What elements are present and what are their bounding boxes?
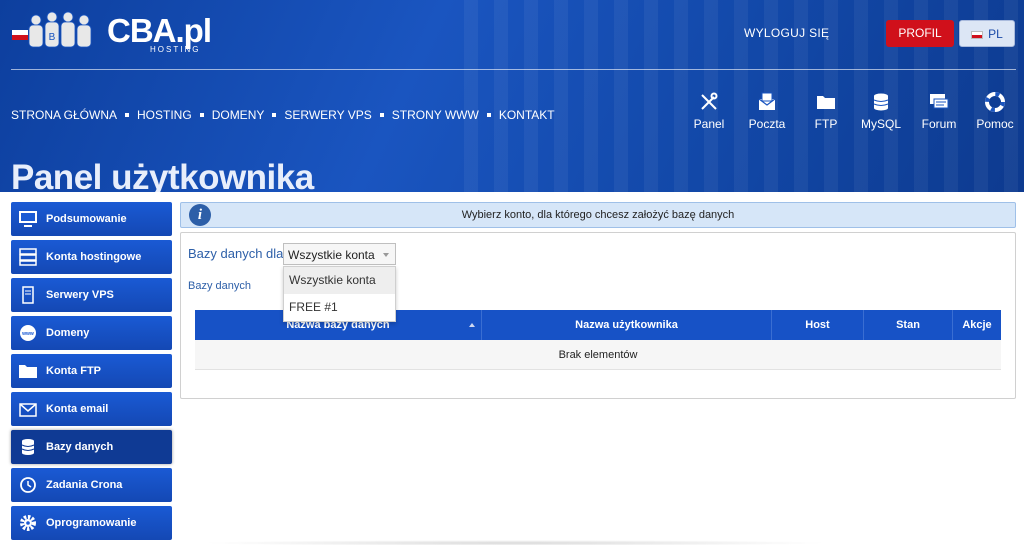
sidebar-item-email[interactable]: Konta email [11, 392, 172, 426]
folder-icon [817, 96, 835, 109]
sort-asc-icon [469, 323, 475, 327]
quick-ftp-label: FTP [814, 117, 838, 131]
nav-separator [125, 113, 130, 117]
logo-figures-icon: B [12, 11, 92, 48]
quick-panel-label: Panel [693, 117, 725, 131]
database-icon [873, 93, 889, 111]
column-label: Akcje [962, 319, 992, 331]
databases-panel: Bazy danych dla Wszystkie konta Wszystki… [180, 232, 1016, 399]
monitor-icon [19, 211, 37, 227]
dropdown-option-all[interactable]: Wszystkie konta [284, 267, 395, 294]
databases-for-label: Bazy danych dla [188, 246, 284, 261]
quick-mail-button[interactable]: Poczta [740, 92, 794, 131]
column-status[interactable]: Stan [864, 310, 953, 340]
chevron-down-icon [383, 253, 389, 257]
quick-mail-label: Poczta [748, 117, 786, 131]
quick-forum-button[interactable]: Forum [916, 92, 962, 131]
mail-icon [758, 92, 776, 110]
column-label: Nazwa użytkownika [575, 319, 678, 331]
chat-icon [930, 94, 949, 109]
logo-subtitle: HOSTING [150, 45, 201, 54]
sidebar-item-label: Podsumowanie [46, 213, 127, 225]
nav-hosting[interactable]: HOSTING [137, 108, 192, 122]
account-dropdown: Wszystkie konta FREE #1 [283, 266, 396, 322]
gear-icon [20, 515, 36, 531]
table-empty-message: Brak elementów [195, 340, 1001, 370]
globe-icon: www [20, 325, 36, 341]
poland-flag-icon [971, 30, 984, 39]
quick-forum-label: Forum [921, 117, 957, 131]
quick-icon-bar: Panel Poczta FTP MySQL Forum Pomoc [688, 92, 1018, 131]
nav-separator [486, 113, 491, 117]
sidebar-item-domains[interactable]: www Domeny [11, 316, 172, 350]
logout-link[interactable]: WYLOGUJ SIĘ [744, 26, 829, 40]
column-label: Stan [896, 319, 920, 331]
sidebar-item-hosting-accounts[interactable]: Konta hostingowe [11, 240, 172, 274]
svg-text:www: www [21, 331, 34, 337]
svg-text:B: B [49, 32, 56, 43]
account-select[interactable]: Wszystkie konta [283, 243, 396, 265]
quick-mysql-label: MySQL [860, 117, 901, 131]
language-label: PL [988, 27, 1003, 41]
info-message-bar: i Wybierz konto, dla którego chcesz zało… [180, 202, 1016, 228]
vps-icon [22, 286, 34, 304]
sidebar-item-label: Oprogramowanie [46, 517, 137, 529]
nav-separator [199, 113, 204, 117]
server-icon [19, 248, 37, 266]
sidebar-item-summary[interactable]: Podsumowanie [11, 202, 172, 236]
quick-help-label: Pomoc [976, 117, 1014, 131]
page-title: Panel użytkownika [11, 158, 314, 192]
header-divider [11, 69, 1016, 70]
nav-domains[interactable]: DOMENY [212, 108, 265, 122]
footer-shadow [200, 540, 830, 545]
language-button[interactable]: PL [959, 20, 1015, 47]
dropdown-option-free1[interactable]: FREE #1 [284, 294, 395, 321]
sidebar-item-software[interactable]: Oprogramowanie [11, 506, 172, 540]
nav-websites[interactable]: STRONY WWW [392, 108, 479, 122]
quick-panel-button[interactable]: Panel [688, 92, 730, 131]
column-actions: Akcje [953, 310, 1001, 340]
nav-separator [272, 113, 277, 117]
profile-button[interactable]: PROFIL [886, 20, 954, 47]
sidebar-item-label: Bazy danych [46, 441, 114, 453]
sidebar-item-label: Konta hostingowe [46, 251, 142, 263]
nav-separator [379, 113, 384, 117]
databases-label: Bazy danych [188, 280, 251, 292]
nav-vps[interactable]: SERWERY VPS [284, 108, 371, 122]
column-username[interactable]: Nazwa użytkownika [482, 310, 772, 340]
sidebar-item-ftp[interactable]: Konta FTP [11, 354, 172, 388]
sidebar: Podsumowanie Konta hostingowe Serwery VP… [11, 202, 172, 544]
info-message: Wybierz konto, dla którego chcesz założy… [461, 209, 735, 221]
sidebar-item-label: Domeny [46, 327, 90, 339]
nav-home[interactable]: STRONA GŁÓWNA [11, 108, 117, 122]
site-header: B CBA.pl HOSTING WYLOGUJ SIĘ PROFIL PL S… [0, 0, 1024, 192]
folder-icon [19, 365, 37, 378]
lifebuoy-icon [985, 92, 1005, 112]
cba-logo[interactable]: B CBA.pl HOSTING [12, 8, 212, 54]
sidebar-item-label: Serwery VPS [46, 289, 114, 301]
sidebar-item-label: Konta FTP [46, 365, 101, 377]
account-select-value: Wszystkie konta [288, 248, 375, 262]
tools-icon [701, 92, 718, 110]
sidebar-item-databases[interactable]: Bazy danych [11, 430, 172, 464]
column-host[interactable]: Host [772, 310, 864, 340]
quick-ftp-button[interactable]: FTP [806, 92, 846, 131]
top-navigation: STRONA GŁÓWNA HOSTING DOMENY SERWERY VPS… [11, 108, 555, 122]
sidebar-item-label: Konta email [46, 403, 109, 415]
nav-contact[interactable]: KONTAKT [499, 108, 555, 122]
column-label: Host [805, 319, 830, 331]
quick-mysql-button[interactable]: MySQL [856, 92, 906, 131]
sidebar-item-vps[interactable]: Serwery VPS [11, 278, 172, 312]
quick-help-button[interactable]: Pomoc [972, 92, 1018, 131]
database-icon [21, 439, 35, 455]
envelope-icon [19, 403, 37, 417]
sidebar-item-label: Zadania Crona [46, 479, 123, 491]
sidebar-item-cron[interactable]: Zadania Crona [11, 468, 172, 502]
clock-icon [20, 477, 36, 493]
